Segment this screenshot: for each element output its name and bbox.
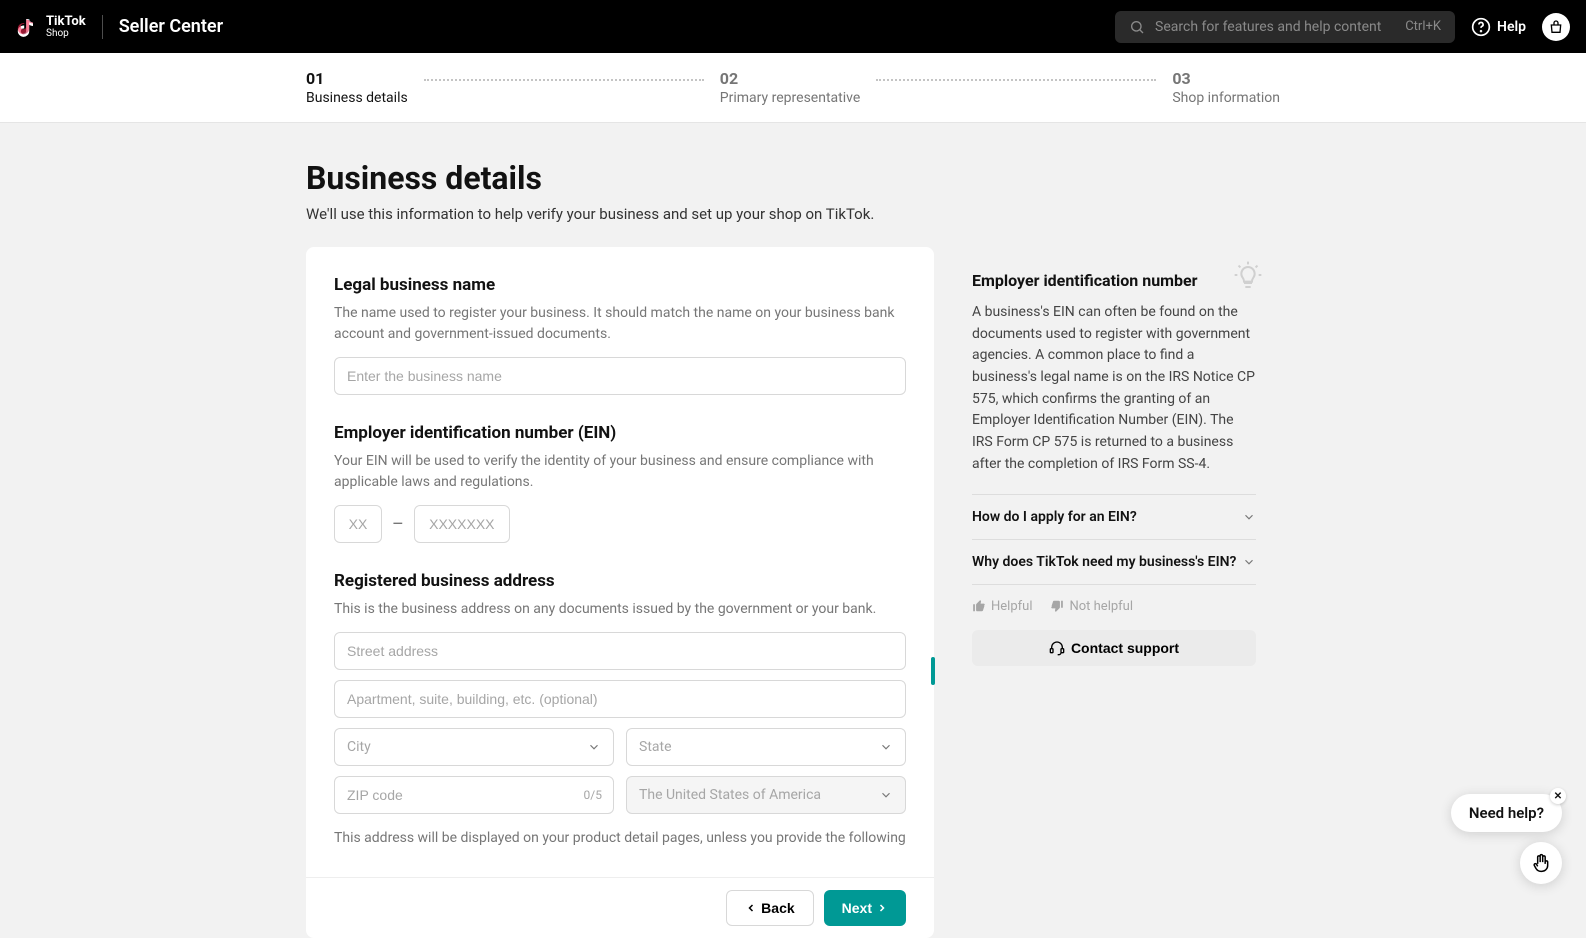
back-button[interactable]: Back [726, 890, 813, 926]
help-link[interactable]: Help [1471, 17, 1526, 37]
form-card: Legal business name The name used to reg… [306, 247, 934, 938]
brand-top: TikTok [46, 15, 86, 28]
address-note: This address will be displayed on your p… [334, 828, 906, 849]
close-icon[interactable]: ✕ [1550, 788, 1566, 804]
shop-icon [1548, 19, 1564, 35]
help-panel: Employer identification number A busines… [948, 247, 1280, 684]
thumbs-down-icon [1050, 599, 1064, 613]
chevron-down-icon [879, 740, 893, 754]
shop-avatar[interactable] [1542, 13, 1570, 41]
help-circle-icon [1471, 17, 1491, 37]
page-title: Business details [306, 159, 1280, 197]
address-desc: This is the business address on any docu… [334, 599, 906, 620]
street-input[interactable] [334, 632, 906, 670]
need-help-bubble[interactable]: Need help? ✕ [1451, 794, 1562, 832]
chevron-down-icon [1242, 555, 1256, 569]
thumbs-up-icon [972, 599, 986, 613]
ein-desc: Your EIN will be used to verify the iden… [334, 451, 906, 493]
headset-icon [1049, 640, 1065, 656]
progress-steps: 01 Business details 02 Primary represent… [0, 53, 1586, 123]
legal-name-title: Legal business name [334, 275, 906, 295]
feedback-row: Helpful Not helpful [972, 599, 1256, 614]
search-icon [1129, 19, 1145, 35]
faq-why-ein[interactable]: Why does TikTok need my business's EIN? [972, 540, 1256, 585]
help-panel-title: Employer identification number [972, 271, 1256, 290]
search-shortcut: Ctrl+K [1405, 19, 1441, 34]
chevron-down-icon [587, 740, 601, 754]
chevron-down-icon [879, 788, 893, 802]
zip-char-count: 0/5 [584, 788, 602, 802]
next-button[interactable]: Next [824, 890, 906, 926]
help-label: Help [1497, 19, 1526, 35]
country-select: The United States of America [626, 776, 906, 814]
faq-apply-ein[interactable]: How do I apply for an EIN? [972, 495, 1256, 540]
ein-suffix-input[interactable] [414, 505, 510, 543]
helpful-button[interactable]: Helpful [972, 599, 1032, 614]
tiktok-shop-logo[interactable]: TikTok Shop [16, 15, 86, 39]
brand-sub: Shop [46, 28, 86, 39]
ein-dash: – [392, 514, 404, 535]
header-right: Search for features and help content Ctr… [1115, 11, 1570, 43]
lightbulb-icon [1232, 259, 1264, 291]
header-divider [102, 15, 103, 39]
app-header: TikTok Shop Seller Center Search for fea… [0, 0, 1586, 53]
app-title[interactable]: Seller Center [119, 16, 223, 37]
city-select[interactable]: City [334, 728, 614, 766]
main-content: Business details We'll use this informat… [306, 123, 1280, 938]
step-connector [876, 79, 1156, 81]
chevron-left-icon [745, 902, 757, 914]
section-ein: Employer identification number (EIN) You… [334, 423, 906, 543]
header-left: TikTok Shop Seller Center [16, 15, 223, 39]
step-3: 03 Shop information [1172, 69, 1280, 106]
apartment-input[interactable] [334, 680, 906, 718]
help-panel-body: A business's EIN can often be found on t… [972, 302, 1256, 476]
page-subtitle: We'll use this information to help verif… [306, 205, 1280, 223]
contact-support-button[interactable]: Contact support [972, 630, 1256, 666]
legal-name-input[interactable] [334, 357, 906, 395]
ein-title: Employer identification number (EIN) [334, 423, 906, 443]
step-2: 02 Primary representative [720, 69, 860, 106]
address-title: Registered business address [334, 571, 906, 591]
assistant-fab[interactable] [1520, 842, 1562, 884]
hand-icon [1531, 853, 1551, 873]
chevron-down-icon [1242, 510, 1256, 524]
search-input[interactable]: Search for features and help content Ctr… [1115, 11, 1455, 43]
zip-input[interactable] [334, 776, 614, 814]
ein-prefix-input[interactable] [334, 505, 382, 543]
search-placeholder: Search for features and help content [1155, 19, 1395, 35]
section-indicator [931, 657, 935, 685]
tiktok-icon [16, 15, 40, 39]
not-helpful-button[interactable]: Not helpful [1050, 599, 1133, 614]
legal-name-desc: The name used to register your business.… [334, 303, 906, 345]
step-1: 01 Business details [306, 69, 408, 106]
chevron-right-icon [876, 902, 888, 914]
section-address: Registered business address This is the … [334, 571, 906, 849]
step-connector [424, 79, 704, 81]
state-select[interactable]: State [626, 728, 906, 766]
section-legal-name: Legal business name The name used to reg… [334, 275, 906, 395]
